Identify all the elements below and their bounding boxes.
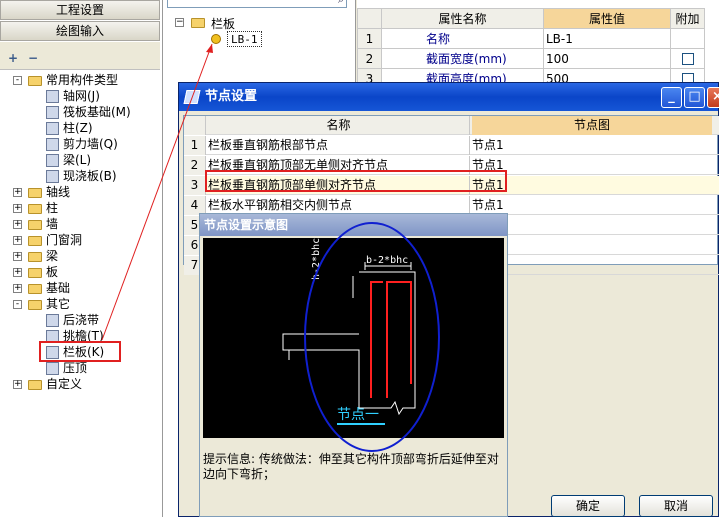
- arrow-head: [206, 44, 213, 53]
- tree-item-highlight-box: [39, 341, 121, 362]
- arrow-line: [101, 43, 213, 341]
- annotation-arrow: [101, 43, 213, 341]
